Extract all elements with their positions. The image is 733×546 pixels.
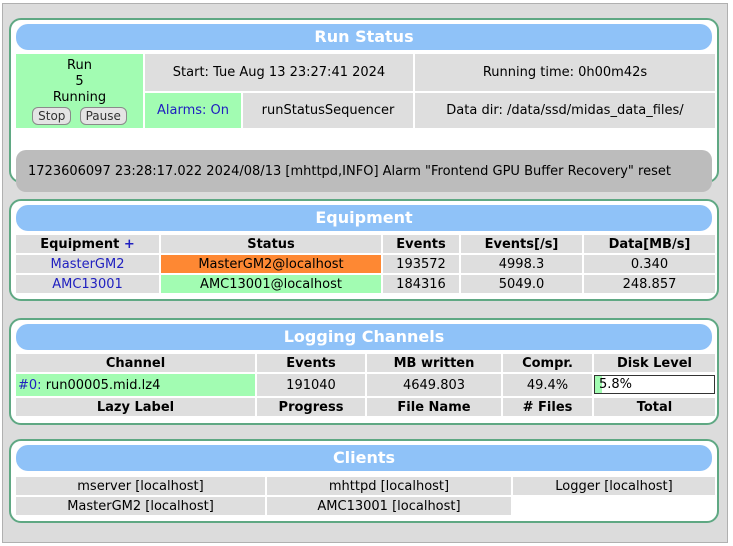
run-state: Running <box>52 89 107 105</box>
run-status-title: Run Status <box>16 24 712 50</box>
equipment-header-name: Equipment + <box>16 235 159 253</box>
clients-title: Clients <box>16 445 712 471</box>
alarms-status-link[interactable]: Alarms: On <box>145 93 241 128</box>
logging-mb-written: 4649.803 <box>367 374 501 396</box>
stop-button[interactable]: Stop <box>32 106 72 125</box>
run-status-panel: Run Status Run 5 Running Stop Pause Star… <box>9 18 719 192</box>
add-equipment-button[interactable]: + <box>124 237 135 252</box>
clients-panel: Clients mserver [localhost] mhttpd [loca… <box>9 439 719 523</box>
equipment-link-amc13001[interactable]: AMC13001 <box>16 275 159 293</box>
logging-channel-cell[interactable]: #0: run00005.mid.lz4 <box>16 374 255 396</box>
equipment-link-mastergm2[interactable]: MasterGM2 <box>16 255 159 273</box>
lazy-header-total: Total <box>594 398 715 416</box>
equipment-events: 193572 <box>383 255 459 273</box>
logging-header-compr: Compr. <box>503 354 592 372</box>
equipment-rate: 4998.3 <box>461 255 582 273</box>
logging-header-mb: MB written <box>367 354 501 372</box>
equipment-panel: Equipment Equipment + Status Events Even… <box>9 199 719 301</box>
lazy-header-files: # Files <box>503 398 592 416</box>
pause-button[interactable]: Pause <box>79 106 127 125</box>
lazy-header-filename: File Name <box>367 398 501 416</box>
message-bar[interactable]: 1723606097 23:28:17.022 2024/08/13 [mhtt… <box>16 150 712 192</box>
equipment-data-rate: 0.340 <box>584 255 715 273</box>
logging-title: Logging Channels <box>16 324 712 350</box>
lazy-header-progress: Progress <box>257 398 365 416</box>
client-item: Logger [localhost] <box>513 477 715 495</box>
equipment-header-status: Status <box>161 235 381 253</box>
equipment-status: AMC13001@localhost <box>161 275 381 293</box>
run-number: 5 <box>75 73 84 89</box>
equipment-header-data: Data[MB/s] <box>584 235 715 253</box>
channel-id-link[interactable]: #0: <box>18 378 42 393</box>
logging-panel: Logging Channels Channel Events MB writt… <box>9 318 719 425</box>
equipment-rate: 5049.0 <box>461 275 582 293</box>
equipment-events: 184316 <box>383 275 459 293</box>
logging-events: 191040 <box>257 374 365 396</box>
logging-header-disk: Disk Level <box>594 354 715 372</box>
equipment-title: Equipment <box>16 205 712 231</box>
run-label: Run <box>67 57 92 73</box>
disk-level-bar: 5.8% <box>594 375 715 394</box>
run-state-cell: Run 5 Running Stop Pause <box>16 54 143 128</box>
run-start-time: Start: Tue Aug 13 23:27:41 2024 <box>145 54 413 91</box>
sequencer-name: runStatusSequencer <box>243 93 413 128</box>
equipment-data-rate: 248.857 <box>584 275 715 293</box>
client-item: AMC13001 [localhost] <box>267 497 511 515</box>
logging-header-events: Events <box>257 354 365 372</box>
running-time: Running time: 0h00m42s <box>415 54 715 91</box>
lazy-header-label: Lazy Label <box>16 398 255 416</box>
equipment-header-rate: Events[/s] <box>461 235 582 253</box>
status-page: Run Status Run 5 Running Stop Pause Star… <box>2 3 728 543</box>
channel-filename: run00005.mid.lz4 <box>45 377 161 393</box>
client-item: mhttpd [localhost] <box>267 477 511 495</box>
last-message-text: 1723606097 23:28:17.022 2024/08/13 [mhtt… <box>28 163 671 179</box>
client-item: mserver [localhost] <box>16 477 265 495</box>
logging-header-channel: Channel <box>16 354 255 372</box>
equipment-header-events: Events <box>383 235 459 253</box>
disk-level-value: 5.8% <box>599 377 633 392</box>
equipment-status: MasterGM2@localhost <box>161 255 381 273</box>
logging-compression: 49.4% <box>503 374 592 396</box>
client-item: MasterGM2 [localhost] <box>16 497 265 515</box>
data-dir: Data dir: /data/ssd/midas_data_files/ <box>415 93 715 128</box>
